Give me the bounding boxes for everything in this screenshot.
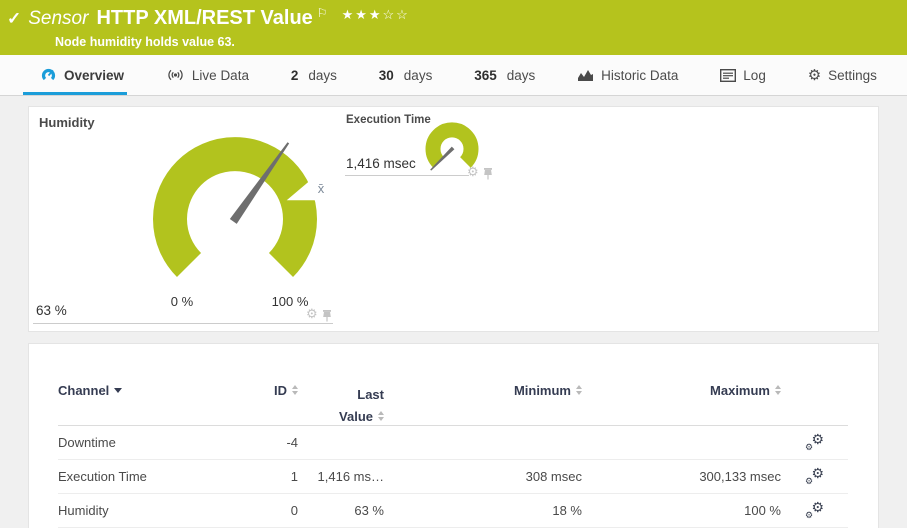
gauge-icon <box>40 67 57 84</box>
humidity-widget-tools: ⚙ <box>306 306 332 322</box>
humidity-current-value: 63 % <box>36 303 67 318</box>
channel-settings-icon[interactable]: ⚙ ⚙ <box>805 503 824 519</box>
channel-settings-icon[interactable]: ⚙ ⚙ <box>805 469 824 485</box>
tab-label: Live Data <box>192 68 249 83</box>
tab-label: Log <box>743 68 766 83</box>
tab-label: Overview <box>64 68 124 83</box>
tab-label: days <box>507 68 536 83</box>
execution-widget-tools: ⚙ <box>467 164 493 180</box>
column-header-maximum[interactable]: Maximum <box>582 382 781 425</box>
channel-table-header: Channel ID Last Value <box>58 344 848 426</box>
tab-365-days[interactable]: 365 days <box>474 55 535 95</box>
tab-historic-data[interactable]: Historic Data <box>577 55 678 95</box>
log-list-icon <box>720 69 736 82</box>
execution-widget-divider <box>345 175 469 176</box>
widget-settings-icon[interactable]: ⚙ <box>306 306 318 322</box>
channels-panel: Channel ID Last Value <box>28 343 879 528</box>
channel-name: Downtime <box>58 435 248 450</box>
gauges-panel: Humidity x̄ 63 % 0 % 100 % ⚙ Execution T… <box>28 106 879 332</box>
column-label: Last <box>357 386 384 403</box>
pin-icon[interactable] <box>483 168 493 180</box>
column-label: Minimum <box>514 382 571 399</box>
humidity-gauge-title: Humidity <box>39 115 95 130</box>
column-header-actions <box>781 382 848 425</box>
tab-overview[interactable]: Overview <box>40 55 124 95</box>
gauge-arc <box>170 154 300 265</box>
column-label: Maximum <box>710 382 770 399</box>
channel-minimum: 308 msec <box>384 469 582 484</box>
sort-descending-icon <box>114 388 122 393</box>
channel-settings-icon[interactable]: ⚙ ⚙ <box>805 435 824 451</box>
column-label: Channel <box>58 382 109 399</box>
gauge-average-marker: x̄ <box>318 181 325 196</box>
channel-minimum: 18 % <box>384 503 582 518</box>
channel-last-value: 1,416 ms… <box>298 469 384 484</box>
widget-settings-icon[interactable]: ⚙ <box>467 164 479 180</box>
tab-label: Settings <box>828 68 877 83</box>
channel-maximum: 300,133 msec <box>582 469 781 484</box>
tab-number: 2 <box>291 68 299 83</box>
tab-number: 365 <box>474 68 497 83</box>
gauge-scale-min: 0 % <box>160 294 204 309</box>
tab-label: days <box>404 68 433 83</box>
gear-icon: ⚙ <box>811 465 824 482</box>
gear-icon: ⚙ <box>811 431 824 448</box>
gauge-widget-divider <box>33 323 333 324</box>
sensor-title: HTTP XML/REST Value <box>96 7 312 30</box>
area-chart-icon <box>577 69 594 82</box>
sensor-kind-label: Sensor <box>28 8 88 30</box>
channel-id: 1 <box>248 469 298 484</box>
gear-icon: ⚙ <box>811 499 824 516</box>
channel-name: Execution Time <box>58 469 248 484</box>
column-label: ID <box>274 382 287 399</box>
status-ok-icon: ✓ <box>7 9 21 29</box>
column-header-minimum[interactable]: Minimum <box>384 382 582 425</box>
channel-last-value: 63 % <box>298 503 384 518</box>
tab-2-days[interactable]: 2 days <box>291 55 337 95</box>
tab-settings[interactable]: ⚙ Settings <box>808 55 877 95</box>
channel-name: Humidity <box>58 503 248 518</box>
prtg-sensor-page: ✓ Sensor HTTP XML/REST Value ⚐ ★★★☆☆ Nod… <box>0 0 907 528</box>
tab-label: days <box>308 68 337 83</box>
tab-label: Historic Data <box>601 68 678 83</box>
gear-icon: ⚙ <box>805 476 813 487</box>
execution-time-current-value: 1,416 msec <box>346 156 416 171</box>
live-signal-icon <box>166 68 185 82</box>
channel-id: 0 <box>248 503 298 518</box>
table-row-humidity: Humidity 0 63 % 18 % 100 % ⚙ ⚙ <box>58 494 848 528</box>
tab-live-data[interactable]: Live Data <box>166 55 249 95</box>
channel-maximum: 100 % <box>582 503 781 518</box>
gauge-arc <box>433 130 471 162</box>
priority-stars[interactable]: ★★★☆☆ <box>342 7 410 23</box>
gear-icon: ⚙ <box>805 442 813 453</box>
column-header-last-value[interactable]: Last Value <box>298 382 384 425</box>
sensor-status-message: Node humidity holds value 63. <box>55 35 907 49</box>
gear-icon: ⚙ <box>808 66 821 84</box>
channel-id: -4 <box>248 435 298 450</box>
table-row-execution-time: Execution Time 1 1,416 ms… 308 msec 300,… <box>58 460 848 494</box>
column-header-id[interactable]: ID <box>248 382 298 425</box>
content-area: Humidity x̄ 63 % 0 % 100 % ⚙ Execution T… <box>0 96 907 528</box>
tab-30-days[interactable]: 30 days <box>379 55 433 95</box>
tab-log[interactable]: Log <box>720 55 766 95</box>
table-row-downtime: Downtime -4 ⚙ ⚙ <box>58 426 848 460</box>
pin-icon[interactable] <box>322 310 332 322</box>
column-header-channel[interactable]: Channel <box>58 382 248 425</box>
tab-bar: Overview Live Data 2 days 30 days 365 da… <box>0 55 907 96</box>
tab-number: 30 <box>379 68 394 83</box>
column-label: Value <box>339 408 373 425</box>
sensor-header: ✓ Sensor HTTP XML/REST Value ⚐ ★★★☆☆ Nod… <box>0 0 907 55</box>
gear-icon: ⚙ <box>805 510 813 521</box>
flag-icon: ⚐ <box>317 6 328 20</box>
